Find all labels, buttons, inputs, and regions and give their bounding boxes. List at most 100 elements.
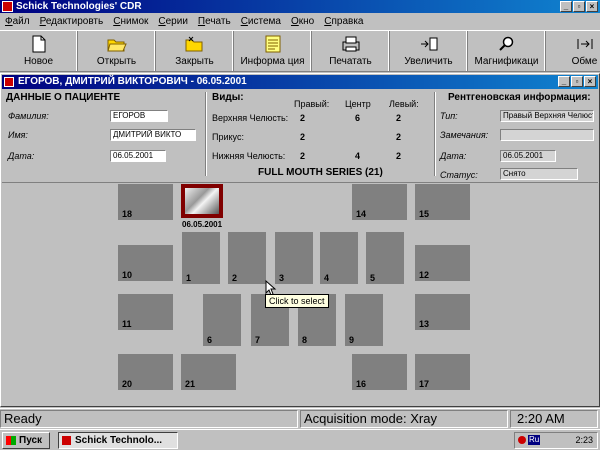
language-indicator[interactable]: Ru bbox=[528, 435, 541, 445]
xray-slot[interactable]: 5 bbox=[366, 232, 404, 284]
app-title: Schick Technologies' CDR bbox=[16, 1, 142, 12]
xray-slot[interactable]: 13 bbox=[415, 294, 470, 330]
exchange-button[interactable]: Обме bbox=[546, 31, 600, 71]
section-divider bbox=[205, 92, 207, 176]
section-divider bbox=[434, 92, 436, 176]
xray-slot[interactable]: 12 bbox=[415, 245, 470, 281]
open-button[interactable]: Открыть bbox=[78, 31, 156, 71]
xray-slot[interactable]: 11 bbox=[118, 294, 173, 330]
start-button[interactable]: Пуск bbox=[2, 432, 50, 449]
surname-label: Фамилия: bbox=[8, 111, 49, 121]
xray-slot[interactable]: 15 bbox=[415, 184, 470, 220]
patient-window-titlebar: ЕГОРОВ, ДМИТРИЙ ВИКТОРОВИЧ - 06.05.2001 … bbox=[2, 75, 598, 89]
print-button[interactable]: Печатать bbox=[312, 31, 390, 71]
tray-clock[interactable]: 2:23 bbox=[575, 433, 593, 448]
open-folder-icon bbox=[106, 34, 127, 54]
menu-edit[interactable]: Редактировть bbox=[35, 13, 109, 30]
menu-file[interactable]: Файл bbox=[0, 13, 35, 30]
xray-date-field: 06.05.2001 bbox=[500, 150, 556, 162]
xray-slot[interactable]: 20 bbox=[118, 354, 173, 390]
taskbar-app-label: Schick Technolo... bbox=[75, 435, 163, 446]
patient-window-icon[interactable] bbox=[4, 77, 14, 87]
exchange-icon bbox=[576, 34, 594, 54]
enlarge-icon bbox=[420, 34, 438, 54]
magnify-button[interactable]: Магнификаци bbox=[468, 31, 546, 71]
notes-label: Замечания: bbox=[440, 130, 489, 140]
view-value: 2 bbox=[300, 132, 306, 142]
new-button[interactable]: Новое bbox=[0, 31, 78, 71]
app-task-icon bbox=[62, 436, 71, 445]
xray-slot[interactable]: 9 bbox=[345, 294, 383, 346]
xray-slot[interactable]: 18 bbox=[118, 184, 173, 220]
col-left: Левый: bbox=[389, 99, 419, 109]
main-toolbar: Новое Открыть Закрыть Информа ция Печата… bbox=[0, 30, 600, 72]
close-file-button[interactable]: Закрыть bbox=[156, 31, 234, 71]
printer-icon bbox=[342, 34, 360, 54]
view-value: 2 bbox=[396, 113, 402, 123]
tooltip: Click to select bbox=[265, 294, 329, 308]
menu-window[interactable]: Окно bbox=[286, 13, 319, 30]
app-icon[interactable] bbox=[2, 1, 13, 12]
xray-thumbnail bbox=[185, 188, 219, 214]
xray-slot[interactable]: 14 bbox=[352, 184, 407, 220]
xray-slot[interactable]: 3 bbox=[275, 232, 313, 284]
xray-info-heading: Рентгеновская информация: bbox=[448, 92, 591, 103]
info-button[interactable]: Информа ция bbox=[234, 31, 312, 71]
close-button[interactable]: × bbox=[586, 1, 598, 12]
status-time: 2:20 AM bbox=[510, 410, 598, 428]
view-value: 2 bbox=[396, 151, 402, 161]
xray-slot[interactable]: 4 bbox=[320, 232, 358, 284]
patient-maximize-button[interactable]: ▫ bbox=[571, 76, 583, 87]
system-tray: Ru 2:23 bbox=[514, 432, 598, 449]
view-row-label: Прикус: bbox=[212, 132, 244, 142]
captured-date: 06.05.2001 bbox=[182, 220, 223, 229]
enlarge-button[interactable]: Увеличить bbox=[390, 31, 468, 71]
xray-slot[interactable]: 1 bbox=[182, 232, 220, 284]
menu-image[interactable]: Снимок bbox=[108, 13, 153, 30]
status-label: Статус: bbox=[440, 170, 478, 180]
xray-slot[interactable]: 16 bbox=[352, 354, 407, 390]
view-value: 6 bbox=[355, 113, 361, 123]
patient-info-panel: ДАННЫЕ О ПАЦИЕНТЕ Фамилия: ЕГОРОВ Имя: Д… bbox=[2, 90, 598, 183]
xray-slot[interactable]: 6 bbox=[203, 294, 241, 346]
name-field[interactable]: ДМИТРИЙ ВИКТО bbox=[110, 129, 196, 141]
notes-field[interactable] bbox=[500, 129, 594, 141]
view-value: 2 bbox=[300, 151, 306, 161]
name-label: Имя: bbox=[8, 130, 28, 140]
menu-help[interactable]: Справка bbox=[319, 13, 368, 30]
menu-bar: Файл Редактировть Снимок Серии Печать Си… bbox=[0, 13, 600, 30]
maximize-button[interactable]: ▫ bbox=[573, 1, 585, 12]
taskbar: Пуск Schick Technolo... Ru 2:23 bbox=[0, 429, 600, 450]
view-value: 2 bbox=[396, 132, 402, 142]
info-notes-icon bbox=[265, 34, 281, 54]
taskbar-app-button[interactable]: Schick Technolo... bbox=[58, 432, 178, 449]
status-ready: Ready bbox=[0, 410, 298, 428]
xray-slot[interactable]: 21 bbox=[181, 354, 236, 390]
menu-series[interactable]: Серии bbox=[153, 13, 193, 30]
view-value: 2 bbox=[300, 113, 306, 123]
xray-date-label: Дата: bbox=[440, 151, 467, 161]
start-label: Пуск bbox=[19, 435, 43, 446]
date-field[interactable]: 06.05.2001 bbox=[110, 150, 166, 162]
patient-window-title: ЕГОРОВ, ДМИТРИЙ ВИКТОРОВИЧ - 06.05.2001 bbox=[18, 76, 247, 87]
surname-field[interactable]: ЕГОРОВ bbox=[110, 110, 168, 122]
windows-logo-icon bbox=[6, 436, 16, 445]
xray-slot[interactable]: 10 bbox=[118, 245, 173, 281]
patient-data-heading: ДАННЫЕ О ПАЦИЕНТЕ bbox=[6, 92, 121, 103]
status-field: Снято bbox=[500, 168, 578, 180]
patient-minimize-button[interactable]: _ bbox=[558, 76, 570, 87]
xray-slot-captured[interactable] bbox=[181, 184, 223, 218]
xray-slot[interactable]: 2 bbox=[228, 232, 266, 284]
minimize-button[interactable]: _ bbox=[560, 1, 572, 12]
view-row-label: Верхняя Челюсть: bbox=[212, 113, 289, 123]
patient-close-button[interactable]: × bbox=[584, 76, 596, 87]
tray-app-icon[interactable] bbox=[518, 436, 526, 444]
xray-slot[interactable]: 17 bbox=[415, 354, 470, 390]
view-row-label: Нижняя Челюсть: bbox=[212, 151, 286, 161]
menu-print[interactable]: Печать bbox=[193, 13, 236, 30]
new-document-icon bbox=[32, 34, 46, 54]
series-title: FULL MOUTH SERIES (21) bbox=[258, 167, 383, 178]
menu-system[interactable]: Система bbox=[236, 13, 286, 30]
date-label: Дата: bbox=[8, 151, 35, 161]
col-right: Правый: bbox=[294, 99, 330, 109]
